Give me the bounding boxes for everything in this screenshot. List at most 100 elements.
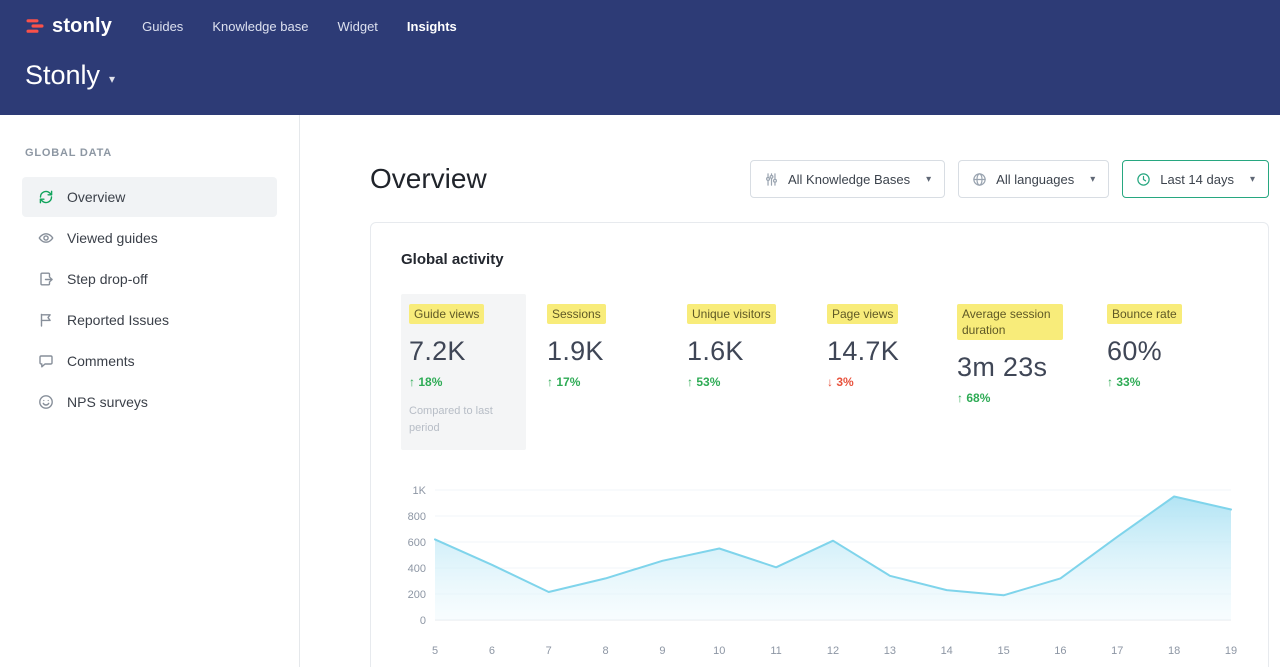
metric-value: 60% bbox=[1107, 336, 1182, 367]
sidebar-item-label: Overview bbox=[67, 189, 125, 205]
trend-up-icon: ↑ bbox=[547, 375, 553, 389]
svg-text:1K: 1K bbox=[413, 485, 427, 497]
global-activity-chart: 02004006008001K5678910111213141516171819 bbox=[401, 476, 1237, 660]
chevron-down-icon: ▾ bbox=[1250, 174, 1255, 185]
svg-text:400: 400 bbox=[408, 563, 426, 575]
top-header: stonly Guides Knowledge base Widget Insi… bbox=[0, 0, 1280, 115]
chevron-down-icon: ▾ bbox=[109, 66, 115, 86]
flag-icon bbox=[38, 312, 54, 328]
metric-delta-value: 18% bbox=[418, 375, 442, 389]
top-nav: Guides Knowledge base Widget Insights bbox=[142, 19, 457, 34]
svg-text:0: 0 bbox=[420, 615, 426, 627]
svg-text:17: 17 bbox=[1111, 645, 1123, 657]
languages-dropdown[interactable]: All languages ▾ bbox=[958, 160, 1109, 198]
sidebar-item-viewed-guides[interactable]: Viewed guides bbox=[22, 218, 277, 258]
svg-text:600: 600 bbox=[408, 537, 426, 549]
trend-up-icon: ↑ bbox=[957, 391, 963, 405]
sidebar-item-overview[interactable]: Overview bbox=[22, 177, 277, 217]
metric-label: Guide views bbox=[409, 304, 484, 324]
dropdown-label: All languages bbox=[996, 172, 1074, 187]
sidebar-item-reported-issues[interactable]: Reported Issues bbox=[22, 300, 277, 340]
dropdown-label: All Knowledge Bases bbox=[788, 172, 910, 187]
svg-text:16: 16 bbox=[1054, 645, 1066, 657]
chart-area: 02004006008001K5678910111213141516171819 bbox=[401, 476, 1238, 665]
dropdown-label: Last 14 days bbox=[1160, 172, 1234, 187]
sidebar-section-label: GLOBAL DATA bbox=[25, 147, 277, 159]
svg-text:8: 8 bbox=[603, 645, 609, 657]
metric-value: 1.6K bbox=[687, 336, 827, 367]
nav-item-insights[interactable]: Insights bbox=[407, 19, 457, 34]
nav-item-guides[interactable]: Guides bbox=[142, 19, 183, 34]
metric-unique-visitors[interactable]: Unique visitors 1.6K ↑ 53% bbox=[687, 294, 827, 389]
metric-delta-value: 68% bbox=[966, 391, 990, 405]
metric-delta-value: 17% bbox=[556, 375, 580, 389]
sidebar-item-nps-surveys[interactable]: NPS surveys bbox=[22, 382, 277, 422]
page-title: Overview bbox=[370, 163, 487, 195]
metric-note: Compared to last period bbox=[409, 403, 515, 436]
document-arrow-icon bbox=[38, 271, 54, 287]
logo-text: stonly bbox=[52, 15, 112, 38]
refresh-icon bbox=[38, 189, 54, 205]
filter-bar: All Knowledge Bases ▾ All languages ▾ bbox=[750, 160, 1269, 198]
metric-delta-value: 3% bbox=[836, 375, 853, 389]
trend-up-icon: ↑ bbox=[409, 375, 415, 389]
date-range-dropdown[interactable]: Last 14 days ▾ bbox=[1122, 160, 1269, 198]
sidebar-item-label: Viewed guides bbox=[67, 230, 158, 246]
svg-text:13: 13 bbox=[884, 645, 896, 657]
metric-sessions[interactable]: Sessions 1.9K ↑ 17% bbox=[547, 294, 687, 389]
app-root: stonly Guides Knowledge base Widget Insi… bbox=[0, 0, 1280, 667]
svg-text:200: 200 bbox=[408, 589, 426, 601]
chevron-down-icon: ▾ bbox=[1090, 174, 1095, 185]
metric-delta-value: 53% bbox=[696, 375, 720, 389]
workspace-selector[interactable]: Stonly ▾ bbox=[25, 60, 115, 91]
svg-text:7: 7 bbox=[546, 645, 552, 657]
sidebar-item-label: Comments bbox=[67, 353, 135, 369]
top-navigation-bar: stonly Guides Knowledge base Widget Insi… bbox=[25, 8, 1280, 44]
sidebar-item-step-drop-off[interactable]: Step drop-off bbox=[22, 259, 277, 299]
sidebar-item-comments[interactable]: Comments bbox=[22, 341, 277, 381]
sidebar: GLOBAL DATA Overview Viewed guides bbox=[0, 115, 300, 667]
metric-label: Page views bbox=[827, 304, 898, 324]
metric-label: Average session duration bbox=[957, 304, 1063, 340]
metric-page-views[interactable]: Page views 14.7K ↓ 3% bbox=[827, 294, 957, 389]
metric-delta: ↑ 18% bbox=[409, 375, 518, 389]
trend-up-icon: ↑ bbox=[1107, 375, 1113, 389]
svg-text:10: 10 bbox=[713, 645, 725, 657]
metric-delta: ↓ 3% bbox=[827, 375, 957, 389]
sidebar-item-label: Step drop-off bbox=[67, 271, 148, 287]
svg-text:14: 14 bbox=[941, 645, 953, 657]
metric-delta: ↑ 33% bbox=[1107, 375, 1182, 389]
metric-average-session-duration[interactable]: Average session duration 3m 23s ↑ 68% bbox=[957, 294, 1107, 405]
svg-text:800: 800 bbox=[408, 511, 426, 523]
main-content: Overview All Knowledge Bases ▾ bbox=[300, 115, 1280, 667]
svg-text:15: 15 bbox=[997, 645, 1009, 657]
metric-value: 1.9K bbox=[547, 336, 687, 367]
nav-item-knowledge-base[interactable]: Knowledge base bbox=[212, 19, 308, 34]
metrics-row: Guide views 7.2K ↑ 18% Compared to last … bbox=[401, 294, 1238, 450]
metric-label: Unique visitors bbox=[687, 304, 776, 324]
metric-value: 7.2K bbox=[409, 336, 518, 367]
metric-guide-views[interactable]: Guide views 7.2K ↑ 18% Compared to last … bbox=[401, 294, 526, 450]
page-body: GLOBAL DATA Overview Viewed guides bbox=[0, 115, 1280, 667]
metric-label: Sessions bbox=[547, 304, 606, 324]
stonly-logo[interactable]: stonly bbox=[25, 15, 112, 38]
svg-text:12: 12 bbox=[827, 645, 839, 657]
card-title: Global activity bbox=[401, 251, 1238, 268]
metric-delta: ↑ 68% bbox=[957, 391, 1107, 405]
metric-delta-value: 33% bbox=[1116, 375, 1140, 389]
metric-delta: ↑ 17% bbox=[547, 375, 687, 389]
metric-label: Bounce rate bbox=[1107, 304, 1182, 324]
sidebar-item-label: NPS surveys bbox=[67, 394, 148, 410]
svg-text:9: 9 bbox=[659, 645, 665, 657]
sidebar-item-label: Reported Issues bbox=[67, 312, 169, 328]
knowledge-bases-dropdown[interactable]: All Knowledge Bases ▾ bbox=[750, 160, 945, 198]
global-activity-card: Global activity Guide views 7.2K ↑ 18% C… bbox=[370, 222, 1269, 667]
svg-text:11: 11 bbox=[770, 645, 781, 657]
svg-text:6: 6 bbox=[489, 645, 495, 657]
eye-icon bbox=[38, 230, 54, 246]
svg-text:5: 5 bbox=[432, 645, 438, 657]
metric-bounce-rate[interactable]: Bounce rate 60% ↑ 33% bbox=[1107, 294, 1182, 389]
nav-item-widget[interactable]: Widget bbox=[337, 19, 377, 34]
sliders-icon bbox=[764, 172, 779, 187]
stonly-logo-icon bbox=[25, 16, 45, 36]
